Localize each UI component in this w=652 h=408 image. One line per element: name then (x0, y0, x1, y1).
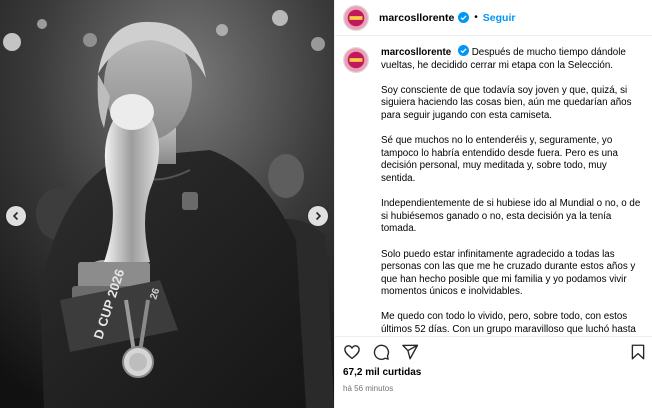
caption-paragraph-5: Solo puedo estar infinitamente agradecid… (381, 248, 636, 298)
caption: marcosllorente Después de mucho tiempo d… (335, 36, 652, 336)
post-timestamp[interactable]: há 56 minutos (343, 384, 393, 393)
share-button[interactable] (401, 343, 419, 361)
separator-dot: • (474, 12, 478, 23)
caption-paragraph-6: Me quedo con todo lo vivido, pero, sobre… (381, 311, 636, 336)
avatar[interactable] (343, 4, 369, 31)
player-photo: D CUP 2026 26 (0, 0, 334, 408)
heart-icon (344, 344, 360, 359)
chevron-right-icon (315, 211, 322, 221)
next-photo-button[interactable] (308, 206, 328, 226)
like-button[interactable] (343, 343, 361, 361)
caption-avatar[interactable] (343, 47, 369, 73)
avatar-logo (344, 5, 368, 30)
bookmark-icon (631, 344, 645, 359)
caption-paragraph-3: Sé que muchos no lo entenderéis y, segur… (381, 135, 618, 184)
verified-badge-icon (457, 45, 469, 56)
comment-icon (373, 344, 390, 360)
post-photo[interactable]: D CUP 2026 26 (0, 0, 334, 408)
likes-count[interactable]: 67,2 mil curtidas (343, 367, 421, 378)
caption-paragraph-2: Soy consciente de que todavía soy joven … (381, 84, 632, 121)
avatar-logo (344, 48, 368, 72)
header-username[interactable]: marcosllorente (379, 12, 454, 24)
post-side-panel: marcosllorente • Seguir marcosllorente D… (334, 0, 652, 408)
chevron-left-icon (12, 211, 19, 221)
post-actions (335, 336, 652, 366)
caption-username[interactable]: marcosllorente (381, 47, 451, 58)
share-icon (402, 344, 419, 359)
caption-text: marcosllorente Después de mucho tiempo d… (381, 45, 643, 336)
caption-paragraph-1: marcosllorente Después de mucho tiempo d… (381, 45, 643, 72)
verified-badge-icon (458, 12, 470, 23)
comment-button[interactable] (372, 343, 390, 361)
caption-paragraph-4: Independientemente de si hubiese ido al … (381, 198, 641, 235)
save-button[interactable] (629, 343, 647, 361)
previous-photo-button[interactable] (6, 206, 26, 226)
post-header: marcosllorente • Seguir (335, 0, 652, 36)
follow-button[interactable]: Seguir (483, 12, 516, 24)
